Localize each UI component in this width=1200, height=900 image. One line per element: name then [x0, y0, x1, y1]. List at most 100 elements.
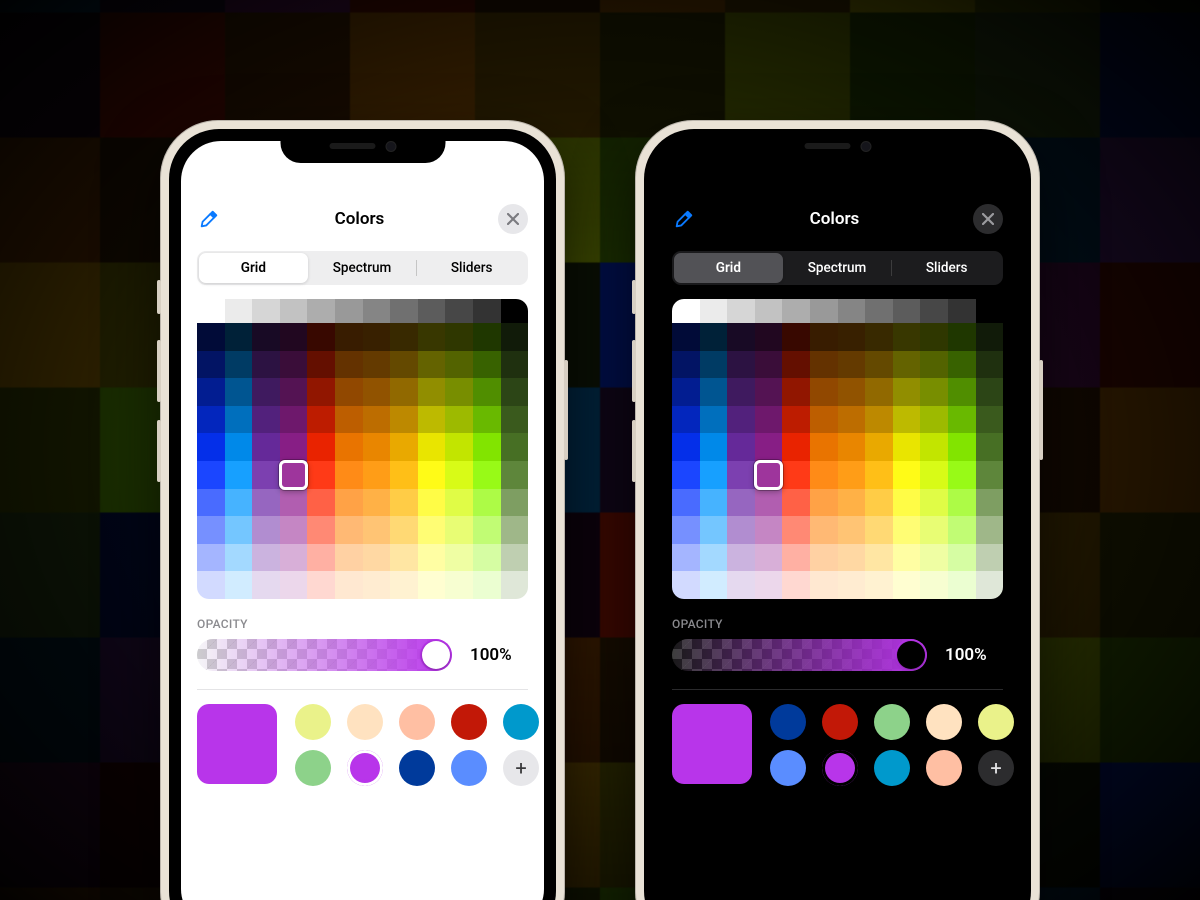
- grid-cell[interactable]: [920, 489, 948, 517]
- eyedropper-icon[interactable]: [197, 207, 221, 231]
- grid-cell[interactable]: [700, 461, 728, 489]
- grid-cell[interactable]: [727, 323, 755, 351]
- grid-cell[interactable]: [948, 571, 976, 599]
- grid-cell[interactable]: [418, 544, 446, 572]
- grid-cell[interactable]: [672, 544, 700, 572]
- grid-cell[interactable]: [920, 351, 948, 379]
- grid-cell[interactable]: [252, 433, 280, 461]
- grid-cell[interactable]: [700, 351, 728, 379]
- grid-cell[interactable]: [197, 544, 225, 572]
- grid-cell[interactable]: [920, 323, 948, 351]
- grid-cell[interactable]: [865, 544, 893, 572]
- grid-cell[interactable]: [976, 406, 1003, 434]
- grid-cell[interactable]: [307, 378, 335, 406]
- opacity-slider[interactable]: [197, 639, 452, 671]
- grid-cell[interactable]: [865, 433, 893, 461]
- grid-cell[interactable]: [700, 299, 728, 323]
- grid-cell[interactable]: [501, 544, 528, 572]
- grid-cell[interactable]: [727, 489, 755, 517]
- add-swatch-button[interactable]: +: [978, 750, 1014, 786]
- grid-cell[interactable]: [920, 299, 948, 323]
- grid-cell[interactable]: [225, 323, 253, 351]
- grid-cell[interactable]: [197, 571, 225, 599]
- grid-cell[interactable]: [782, 544, 810, 572]
- grid-cell[interactable]: [700, 433, 728, 461]
- grid-cell[interactable]: [280, 461, 308, 489]
- grid-cell[interactable]: [307, 461, 335, 489]
- grid-cell[interactable]: [838, 323, 866, 351]
- grid-cell[interactable]: [225, 378, 253, 406]
- grid-cell[interactable]: [893, 406, 921, 434]
- swatch[interactable]: [978, 704, 1014, 740]
- grid-cell[interactable]: [976, 516, 1003, 544]
- grid-cell[interactable]: [672, 378, 700, 406]
- grid-cell[interactable]: [865, 489, 893, 517]
- tab-spectrum[interactable]: Spectrum: [783, 253, 892, 283]
- grid-cell[interactable]: [782, 571, 810, 599]
- swatch[interactable]: [399, 750, 435, 786]
- grid-cell[interactable]: [390, 516, 418, 544]
- swatch[interactable]: [295, 704, 331, 740]
- grid-cell[interactable]: [335, 323, 363, 351]
- grid-cell[interactable]: [418, 406, 446, 434]
- grid-cell[interactable]: [280, 406, 308, 434]
- grid-cell[interactable]: [501, 516, 528, 544]
- tab-sliders[interactable]: Sliders: [892, 253, 1001, 283]
- grid-cell[interactable]: [390, 323, 418, 351]
- grid-cell[interactable]: [782, 323, 810, 351]
- grid-cell[interactable]: [445, 323, 473, 351]
- grid-cell[interactable]: [782, 351, 810, 379]
- tab-sliders[interactable]: Sliders: [417, 253, 526, 283]
- grid-cell[interactable]: [672, 323, 700, 351]
- grid-cell[interactable]: [755, 378, 783, 406]
- grid-cell[interactable]: [225, 299, 253, 323]
- grid-cell[interactable]: [252, 351, 280, 379]
- grid-cell[interactable]: [445, 571, 473, 599]
- grid-cell[interactable]: [225, 461, 253, 489]
- swatch[interactable]: [399, 704, 435, 740]
- swatch[interactable]: [926, 750, 962, 786]
- grid-cell[interactable]: [810, 516, 838, 544]
- grid-cell[interactable]: [307, 299, 335, 323]
- grid-cell[interactable]: [197, 323, 225, 351]
- grid-cell[interactable]: [782, 489, 810, 517]
- grid-cell[interactable]: [225, 433, 253, 461]
- grid-cell[interactable]: [700, 516, 728, 544]
- grid-cell[interactable]: [363, 433, 391, 461]
- grid-cell[interactable]: [782, 378, 810, 406]
- opacity-slider[interactable]: [672, 639, 927, 671]
- grid-cell[interactable]: [501, 406, 528, 434]
- grid-cell[interactable]: [445, 461, 473, 489]
- grid-cell[interactable]: [501, 378, 528, 406]
- grid-cell[interactable]: [418, 461, 446, 489]
- grid-cell[interactable]: [197, 433, 225, 461]
- grid-cell[interactable]: [838, 516, 866, 544]
- grid-cell[interactable]: [445, 378, 473, 406]
- grid-cell[interactable]: [363, 323, 391, 351]
- grid-cell[interactable]: [976, 299, 1003, 323]
- grid-cell[interactable]: [700, 323, 728, 351]
- swatch[interactable]: [451, 750, 487, 786]
- grid-cell[interactable]: [363, 351, 391, 379]
- grid-cell[interactable]: [810, 461, 838, 489]
- grid-cell[interactable]: [473, 516, 501, 544]
- grid-cell[interactable]: [307, 406, 335, 434]
- grid-cell[interactable]: [727, 461, 755, 489]
- grid-cell[interactable]: [893, 461, 921, 489]
- grid-cell[interactable]: [700, 544, 728, 572]
- grid-cell[interactable]: [920, 461, 948, 489]
- grid-cell[interactable]: [473, 461, 501, 489]
- grid-cell[interactable]: [418, 516, 446, 544]
- grid-cell[interactable]: [755, 516, 783, 544]
- grid-cell[interactable]: [727, 433, 755, 461]
- grid-cell[interactable]: [252, 323, 280, 351]
- grid-cell[interactable]: [672, 516, 700, 544]
- grid-cell[interactable]: [672, 351, 700, 379]
- grid-cell[interactable]: [755, 489, 783, 517]
- swatch[interactable]: [295, 750, 331, 786]
- swatch[interactable]: [874, 704, 910, 740]
- swatch[interactable]: [874, 750, 910, 786]
- grid-cell[interactable]: [197, 406, 225, 434]
- grid-cell[interactable]: [225, 351, 253, 379]
- grid-cell[interactable]: [335, 461, 363, 489]
